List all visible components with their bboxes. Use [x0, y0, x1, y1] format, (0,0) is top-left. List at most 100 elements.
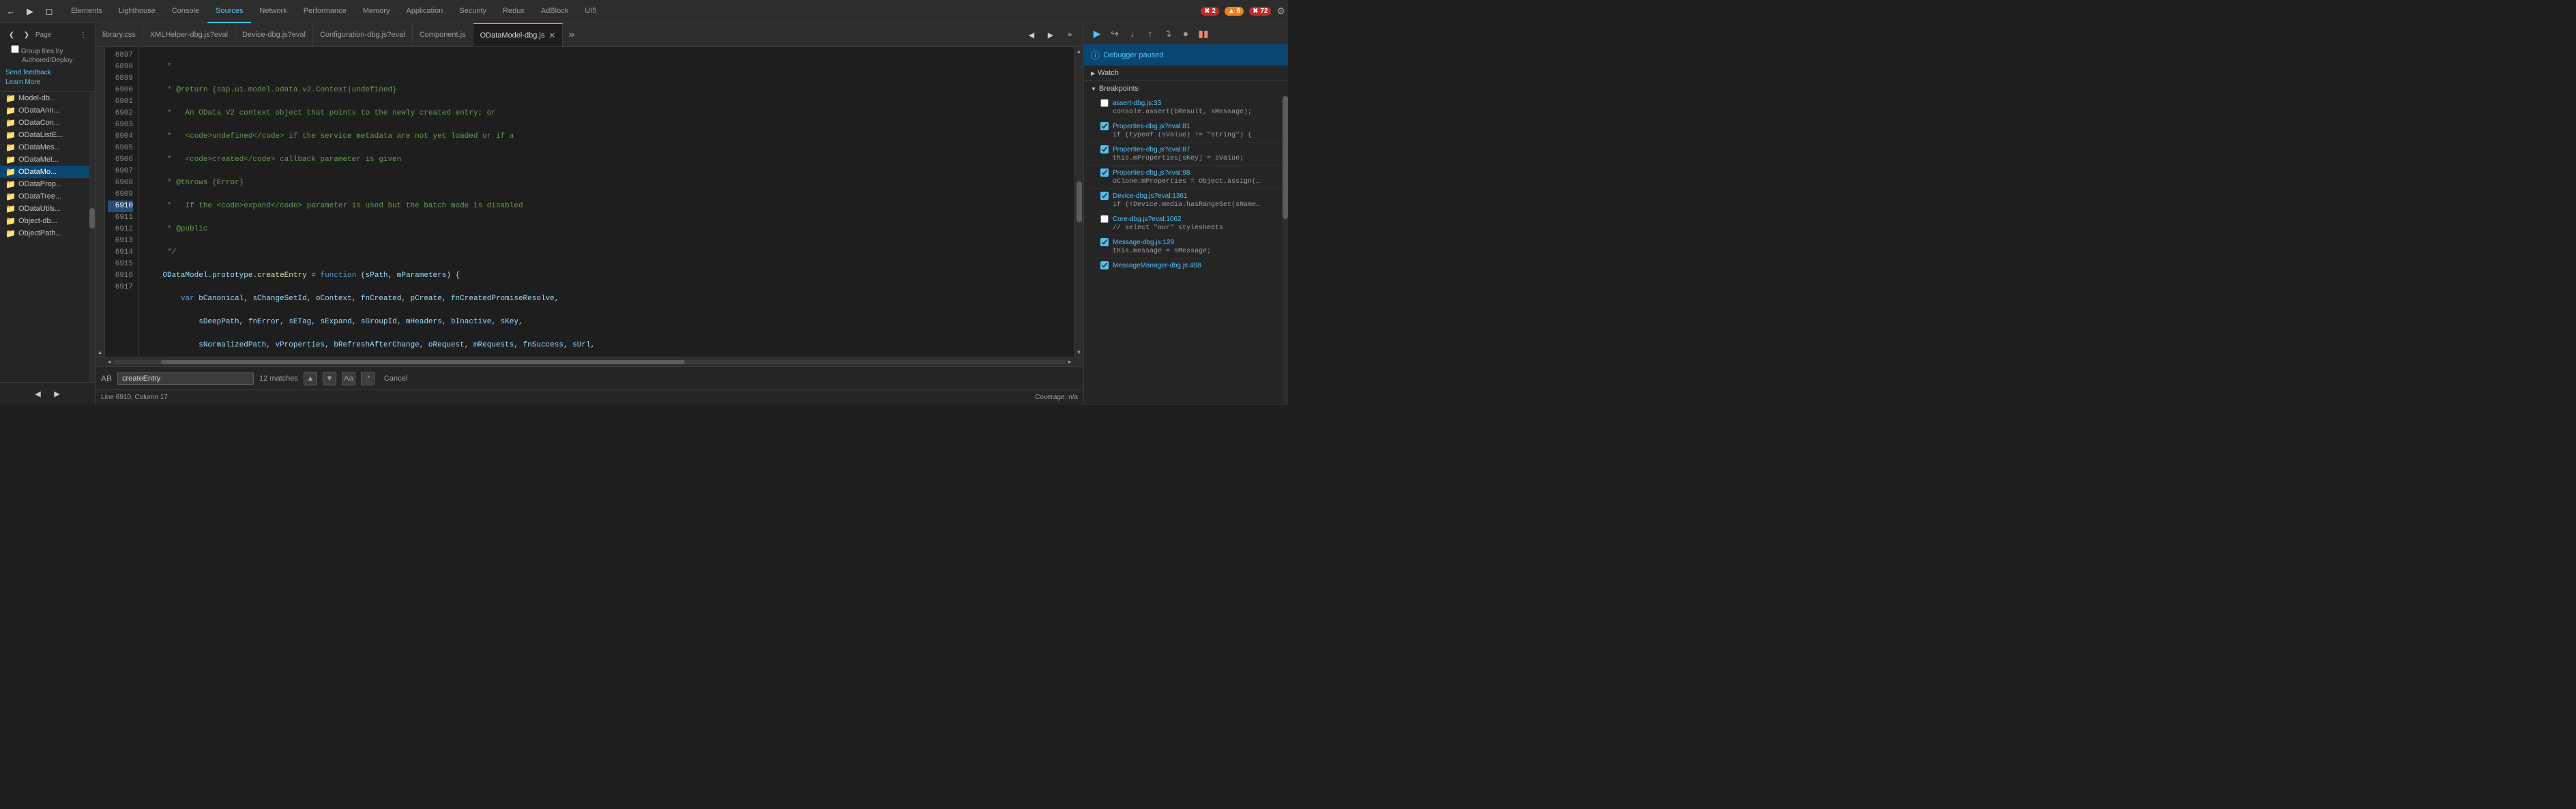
learn-more-link[interactable]: Learn More [5, 78, 40, 86]
tabs-more-button[interactable]: » [563, 29, 580, 41]
breakpoint-filename-5[interactable]: Core-dbg.js?eval:1062 [1113, 216, 1182, 223]
send-feedback-link[interactable]: Send feedback [5, 69, 51, 76]
file-tab-5[interactable]: ODataModel-dbg.js ✕ [473, 23, 564, 47]
right-scroll-bar[interactable]: ▲ ▼ [1074, 47, 1083, 357]
sidebar-nav-forward[interactable]: ❯ [20, 29, 33, 41]
file-tab-1[interactable]: XMLHelper-dbg.js?eval [143, 23, 235, 47]
breakpoint-filename-7[interactable]: MessageManager-dbg.js:408 [1113, 262, 1201, 269]
breakpoint-checkbox-6[interactable] [1100, 238, 1109, 246]
h-scrollbar-track[interactable] [113, 360, 1066, 364]
file-tab-0[interactable]: library.css [96, 23, 143, 47]
tab-ui5[interactable]: UI5 [576, 0, 604, 23]
sidebar-item-1[interactable]: 📁 ODataAnn... [0, 104, 95, 117]
sidebar-item-11[interactable]: 📁 ObjectPath... [0, 227, 95, 239]
tab-more-options[interactable]: » [1062, 27, 1078, 43]
h-scroll-right-btn[interactable]: ► [1067, 359, 1072, 365]
tab-console[interactable]: Console [164, 0, 207, 23]
breakpoint-filename-1[interactable]: Properties-dbg.js?eval:81 [1113, 123, 1190, 130]
breakpoint-checkbox-5[interactable] [1100, 215, 1109, 223]
tab-security[interactable]: Security [451, 0, 495, 23]
step-into-button[interactable]: ↓ [1125, 26, 1140, 41]
inspect-button[interactable]: ▶ [22, 3, 38, 20]
group-files-checkbox[interactable] [11, 45, 19, 53]
breakpoint-filename-2[interactable]: Properties-dbg.js?eval:87 [1113, 146, 1190, 153]
sidebar-item-7[interactable]: 📁 ODataProp... [0, 178, 95, 190]
sidebar-item-0[interactable]: 📁 Model-db... [0, 92, 95, 104]
sidebar-item-4[interactable]: 📁 ODataMes... [0, 141, 95, 153]
step-out-button[interactable]: ↑ [1143, 26, 1158, 41]
tab-action-left[interactable]: ◀ [1023, 27, 1040, 43]
breakpoint-filename-6[interactable]: Message-dbg.js:129 [1113, 239, 1174, 246]
resume-button[interactable]: ▶ [1089, 26, 1104, 41]
deactivate-breakpoints-button[interactable]: ● [1178, 26, 1193, 41]
sidebar-item-9[interactable]: 📁 ODataUtils... [0, 203, 95, 215]
breakpoint-5[interactable]: Core-dbg.js?eval:1062 // select "our" st… [1084, 212, 1288, 235]
folder-icon: 📁 [5, 192, 16, 201]
sidebar-top: ❮ ❯ Page ⋮ Group files by Authored/Deplo… [0, 23, 95, 92]
breakpoint-0[interactable]: assert-dbg.js:33 console.assert(bResult,… [1084, 96, 1288, 119]
back-button[interactable]: ← [3, 3, 19, 20]
warning-badge[interactable]: ▲ 6 [1225, 7, 1244, 16]
pause-on-exceptions-button[interactable]: ▮▮ [1196, 26, 1211, 41]
tab-application[interactable]: Application [398, 0, 451, 23]
breakpoint-checkbox-1[interactable] [1100, 122, 1109, 130]
tab-memory[interactable]: Memory [355, 0, 398, 23]
breakpoint-checkbox-2[interactable] [1100, 145, 1109, 153]
sidebar-nav-back[interactable]: ❮ [5, 29, 18, 41]
step-over-button[interactable]: ↪ [1107, 26, 1122, 41]
sidebar-item-2[interactable]: 📁 ODataCon... [0, 117, 95, 129]
breakpoint-6[interactable]: Message-dbg.js:129 this.message = sMessa… [1084, 235, 1288, 259]
sidebar-item-5[interactable]: 📁 ODataMet... [0, 153, 95, 166]
file-tab-3[interactable]: Configuration-dbg.js?eval [313, 23, 413, 47]
breakpoint-3[interactable]: Properties-dbg.js?eval:98 oClone.mProper… [1084, 166, 1288, 189]
breakpoint-checkbox-7[interactable] [1100, 261, 1109, 269]
breakpoint-filename-4[interactable]: Device-dbg.js?eval:1361 [1113, 192, 1188, 200]
sidebar-bottom-next[interactable]: ▶ [49, 385, 65, 402]
h-scroll-left-btn[interactable]: ◄ [106, 359, 112, 365]
tab-elements[interactable]: Elements [63, 0, 111, 23]
breakpoint-7[interactable]: MessageManager-dbg.js:408 [1084, 259, 1288, 274]
close-tab-icon[interactable]: ✕ [548, 31, 555, 40]
breakpoint-4[interactable]: Device-dbg.js?eval:1361 if (!Device.medi… [1084, 189, 1288, 212]
search-cancel-button[interactable]: Cancel [380, 373, 411, 384]
sidebar-item-6[interactable]: 📁 ODataMo... [0, 166, 95, 178]
search-next-button[interactable]: ▼ [323, 372, 336, 385]
sidebar-item-10[interactable]: 📁 Object-db... [0, 215, 95, 227]
regex-button[interactable]: .* [361, 372, 375, 385]
tab-action-right[interactable]: ▶ [1042, 27, 1059, 43]
breakpoints-section-header[interactable]: ▼ Breakpoints [1084, 81, 1288, 96]
tab-performance[interactable]: Performance [295, 0, 355, 23]
tab-lighthouse[interactable]: Lighthouse [111, 0, 164, 23]
h-scrollbar[interactable]: ◄ ► [96, 357, 1083, 366]
tab-adblock[interactable]: AdBlock [533, 0, 576, 23]
breakpoints-scrollbar[interactable] [1283, 96, 1288, 404]
file-tab-2[interactable]: Device-dbg.js?eval [235, 23, 313, 47]
sidebar-bottom-prev[interactable]: ◀ [30, 385, 46, 402]
match-case-button[interactable]: Aa [342, 372, 355, 385]
left-scroll-arrow[interactable]: ▲ [96, 47, 105, 357]
breakpoint-1[interactable]: Properties-dbg.js?eval:81 if (typeof (sV… [1084, 119, 1288, 143]
sidebar-more-button[interactable]: ⋮ [77, 29, 89, 41]
error-badge[interactable]: ✖ 2 [1201, 7, 1219, 16]
other-badge[interactable]: ✖ 72 [1249, 7, 1271, 16]
tab-network[interactable]: Network [251, 0, 295, 23]
search-prev-button[interactable]: ▲ [304, 372, 317, 385]
device-button[interactable]: ◻ [41, 3, 57, 20]
sidebar-scrollbar[interactable] [89, 92, 95, 382]
breakpoint-checkbox-0[interactable] [1100, 99, 1109, 107]
code-content[interactable]: * * @return {sap.ui.model.odata.v2.Conte… [139, 47, 1074, 357]
settings-icon[interactable]: ⚙ [1276, 5, 1285, 17]
breakpoint-filename-0[interactable]: assert-dbg.js:33 [1113, 100, 1161, 107]
breakpoint-checkbox-3[interactable] [1100, 168, 1109, 177]
sidebar-item-8[interactable]: 📁 ODataTree... [0, 190, 95, 203]
breakpoint-checkbox-4[interactable] [1100, 192, 1109, 200]
sidebar-item-3[interactable]: 📁 ODataListE... [0, 129, 95, 141]
tab-sources[interactable]: Sources [207, 0, 251, 23]
watch-section-header[interactable]: ▶ Watch [1084, 65, 1288, 80]
breakpoint-2[interactable]: Properties-dbg.js?eval:87 this.mProperti… [1084, 143, 1288, 166]
tab-redux[interactable]: Redux [495, 0, 533, 23]
file-tab-4[interactable]: Component.js [413, 23, 473, 47]
search-input[interactable] [117, 372, 254, 385]
step-button[interactable]: ↴ [1160, 26, 1175, 41]
breakpoint-filename-3[interactable]: Properties-dbg.js?eval:98 [1113, 169, 1190, 177]
